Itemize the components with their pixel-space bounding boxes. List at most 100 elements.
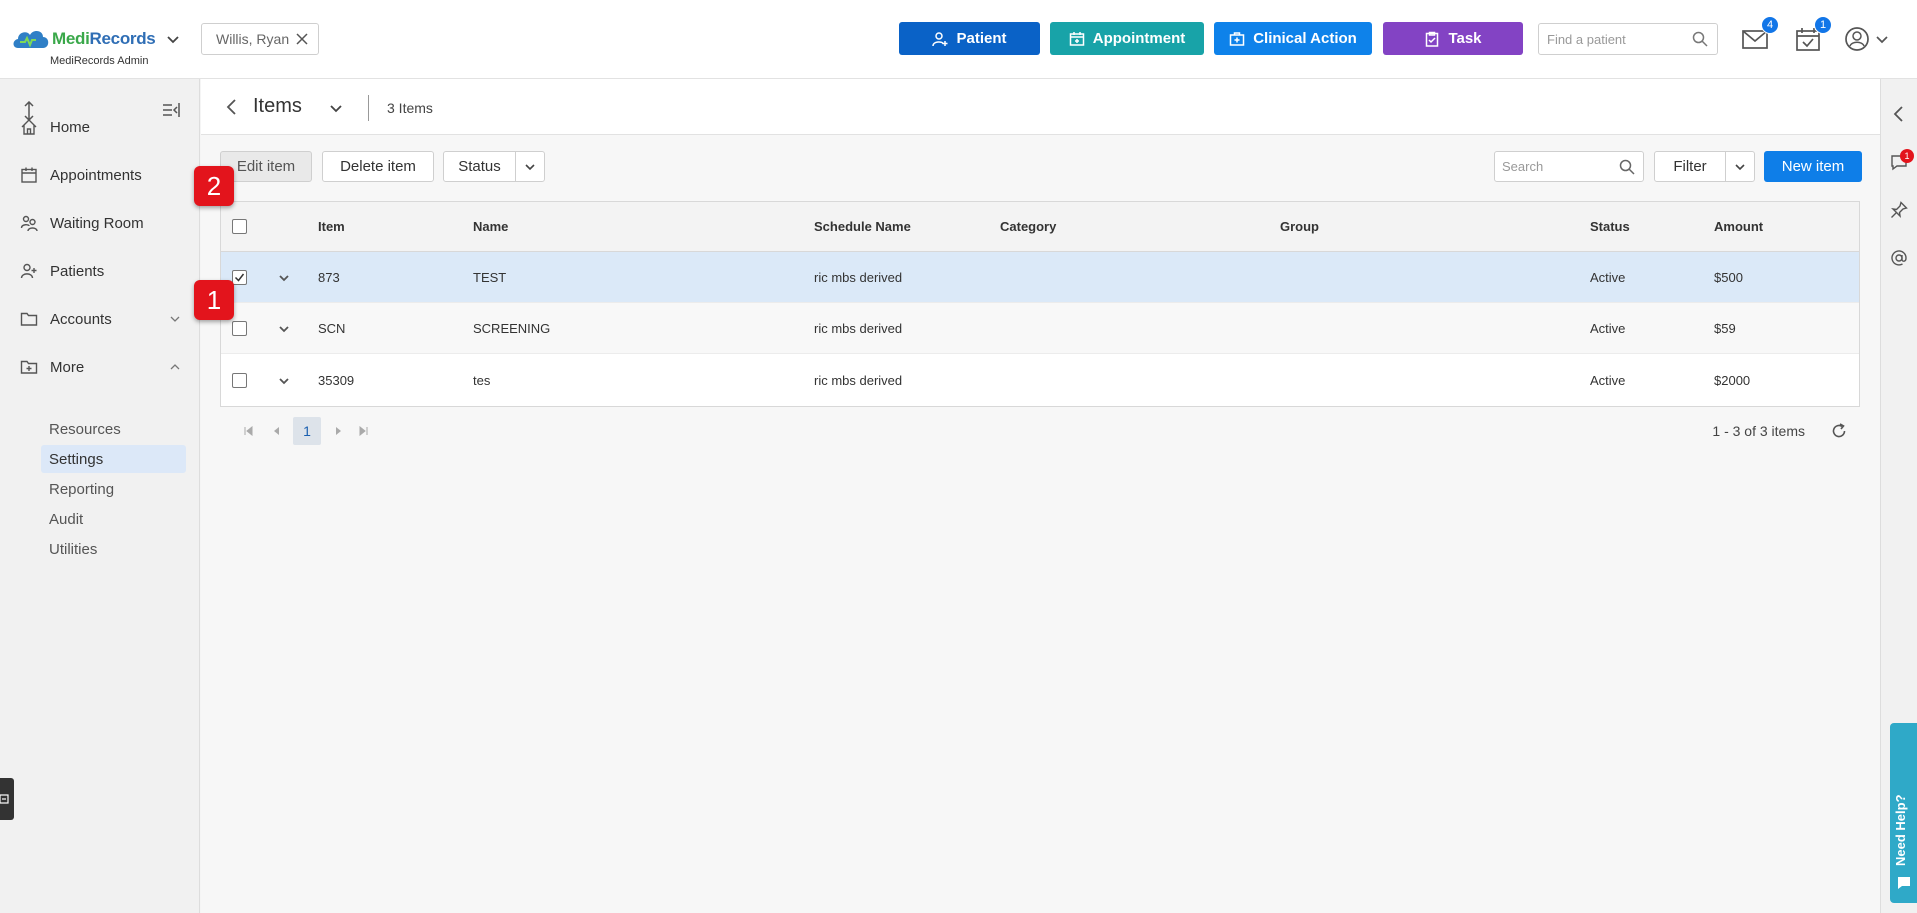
nav-patients-label: Patients <box>50 262 105 280</box>
sub-nav-resources[interactable]: Resources <box>41 415 186 443</box>
tasks-calendar-button[interactable]: 1 <box>1794 16 1832 52</box>
back-arrow-icon[interactable] <box>225 99 239 115</box>
column-amount[interactable]: Amount <box>1714 219 1763 234</box>
last-page-icon[interactable] <box>358 426 368 436</box>
user-menu[interactable] <box>1844 26 1894 52</box>
check-icon <box>234 273 245 282</box>
cell-name: tes <box>473 373 491 388</box>
find-patient-input[interactable]: Find a patient <box>1538 23 1718 55</box>
page-number-current[interactable]: 1 <box>293 417 321 445</box>
nav-waiting-room[interactable]: Waiting Room <box>20 209 185 237</box>
nav-home-label: Home <box>50 118 91 136</box>
cell-schedule: ric mbs derived <box>814 373 903 388</box>
column-status[interactable]: Status <box>1590 219 1630 234</box>
nav-appointments[interactable]: Appointments <box>20 161 185 189</box>
refresh-icon[interactable] <box>1830 422 1848 440</box>
home-icon <box>21 119 37 135</box>
new-task-button[interactable]: Task <box>1383 22 1523 55</box>
items-search-input[interactable]: Search <box>1494 151 1644 182</box>
search-icon[interactable] <box>1619 159 1635 175</box>
column-name[interactable]: Name <box>473 219 508 234</box>
table-row[interactable]: SCN SCREENING ric mbs derived Active $59 <box>221 303 1859 354</box>
cell-status: Active <box>1590 270 1626 285</box>
close-icon[interactable] <box>296 33 308 45</box>
column-category[interactable]: Category <box>1000 219 1056 234</box>
expand-panel-icon[interactable] <box>1890 105 1908 123</box>
cell-amount: $2000 <box>1714 373 1751 388</box>
clinical-action-button[interactable]: Clinical Action <box>1214 22 1372 55</box>
filter-button[interactable]: Filter <box>1654 151 1726 182</box>
messages-button[interactable]: 4 <box>1741 16 1779 52</box>
status-dropdown-button[interactable] <box>515 151 545 182</box>
chevron-down-icon[interactable] <box>166 32 180 46</box>
sub-nav-reporting[interactable]: Reporting <box>41 475 186 503</box>
new-appointment-label: Appointment <box>1092 30 1186 47</box>
new-item-button[interactable]: New item <box>1764 151 1862 182</box>
chevron-down-icon[interactable] <box>278 272 290 284</box>
sub-nav-audit[interactable]: Audit <box>41 505 186 533</box>
filter-dropdown-button[interactable] <box>1725 151 1755 182</box>
chevron-down-icon <box>1735 163 1745 170</box>
clinical-action-label: Clinical Action <box>1253 30 1357 47</box>
column-schedule-name[interactable]: Schedule Name <box>814 219 911 234</box>
side-drawer-handle[interactable] <box>0 778 14 820</box>
at-mention-icon[interactable] <box>1890 249 1908 267</box>
calendar-plus-icon <box>1069 31 1084 46</box>
pagination: 1 1 - 3 of 3 items <box>220 417 1860 447</box>
pin-icon[interactable] <box>1890 201 1908 219</box>
items-table: Item Name Schedule Name Category Group S… <box>220 201 1860 407</box>
sub-nav-settings[interactable]: Settings <box>41 445 186 473</box>
next-page-icon[interactable] <box>333 426 343 436</box>
folder-icon <box>20 312 38 326</box>
delete-item-button[interactable]: Delete item <box>322 151 434 182</box>
sidebar: Home Appointments Waiting Room Patients … <box>0 79 200 913</box>
column-item[interactable]: Item <box>318 219 345 234</box>
nav-appointments-label: Appointments <box>50 166 142 184</box>
search-icon[interactable] <box>1692 31 1708 47</box>
nav-patients[interactable]: Patients <box>20 257 185 285</box>
chevron-down-icon <box>525 163 535 170</box>
row-checkbox[interactable] <box>232 373 247 388</box>
active-patient-name: Willis, Ryan <box>216 31 290 47</box>
nav-accounts[interactable]: Accounts <box>20 305 185 333</box>
brand-medi: Medi <box>52 29 90 48</box>
chevron-down-icon[interactable] <box>278 375 290 387</box>
table-row[interactable]: 35309 tes ric mbs derived Active $2000 <box>221 355 1859 406</box>
cell-amount: $500 <box>1714 270 1743 285</box>
chat-badge: 1 <box>1900 149 1914 163</box>
select-all-checkbox[interactable] <box>232 219 247 234</box>
table-row[interactable]: 873 TEST ric mbs derived Active $500 <box>221 252 1859 303</box>
brand-subtitle: MediRecords Admin <box>50 55 149 67</box>
previous-page-icon[interactable] <box>272 426 282 436</box>
nav-accounts-label: Accounts <box>50 310 112 328</box>
step-marker-2: 2 <box>194 166 234 206</box>
table-header: Item Name Schedule Name Category Group S… <box>221 202 1859 252</box>
row-checkbox[interactable] <box>232 321 247 336</box>
status-button[interactable]: Status <box>443 151 516 182</box>
chevron-down-icon[interactable] <box>329 101 343 115</box>
item-count: 3 Items <box>387 100 433 116</box>
nav-more[interactable]: More <box>20 353 185 381</box>
chevron-down-icon[interactable] <box>278 323 290 335</box>
new-appointment-button[interactable]: Appointment <box>1050 22 1204 55</box>
main-content: Items 3 Items Edit item Delete item Stat… <box>201 79 1880 913</box>
cell-item: 873 <box>318 270 340 285</box>
title-divider <box>368 95 369 121</box>
first-page-icon[interactable] <box>244 426 254 436</box>
person-icon <box>20 263 37 279</box>
column-group[interactable]: Group <box>1280 219 1319 234</box>
calendar-badge: 1 <box>1814 16 1832 34</box>
chevron-down-icon[interactable] <box>169 313 181 325</box>
active-patient-chip[interactable]: Willis, Ryan <box>201 23 319 55</box>
pagination-info: 1 - 3 of 3 items <box>1712 423 1805 439</box>
page-header: Items 3 Items <box>201 79 1880 135</box>
nav-home[interactable]: Home <box>20 113 185 141</box>
chevron-up-icon[interactable] <box>169 361 181 373</box>
page-title: Items <box>253 95 302 117</box>
nav-more-label: More <box>50 358 85 376</box>
sub-nav-utilities[interactable]: Utilities <box>41 535 186 563</box>
nav-waiting-room-label: Waiting Room <box>50 214 144 232</box>
app-logo[interactable]: MediRecords MediRecords Admin <box>10 26 180 72</box>
new-patient-button[interactable]: Patient <box>899 22 1040 55</box>
row-checkbox[interactable] <box>232 270 247 285</box>
